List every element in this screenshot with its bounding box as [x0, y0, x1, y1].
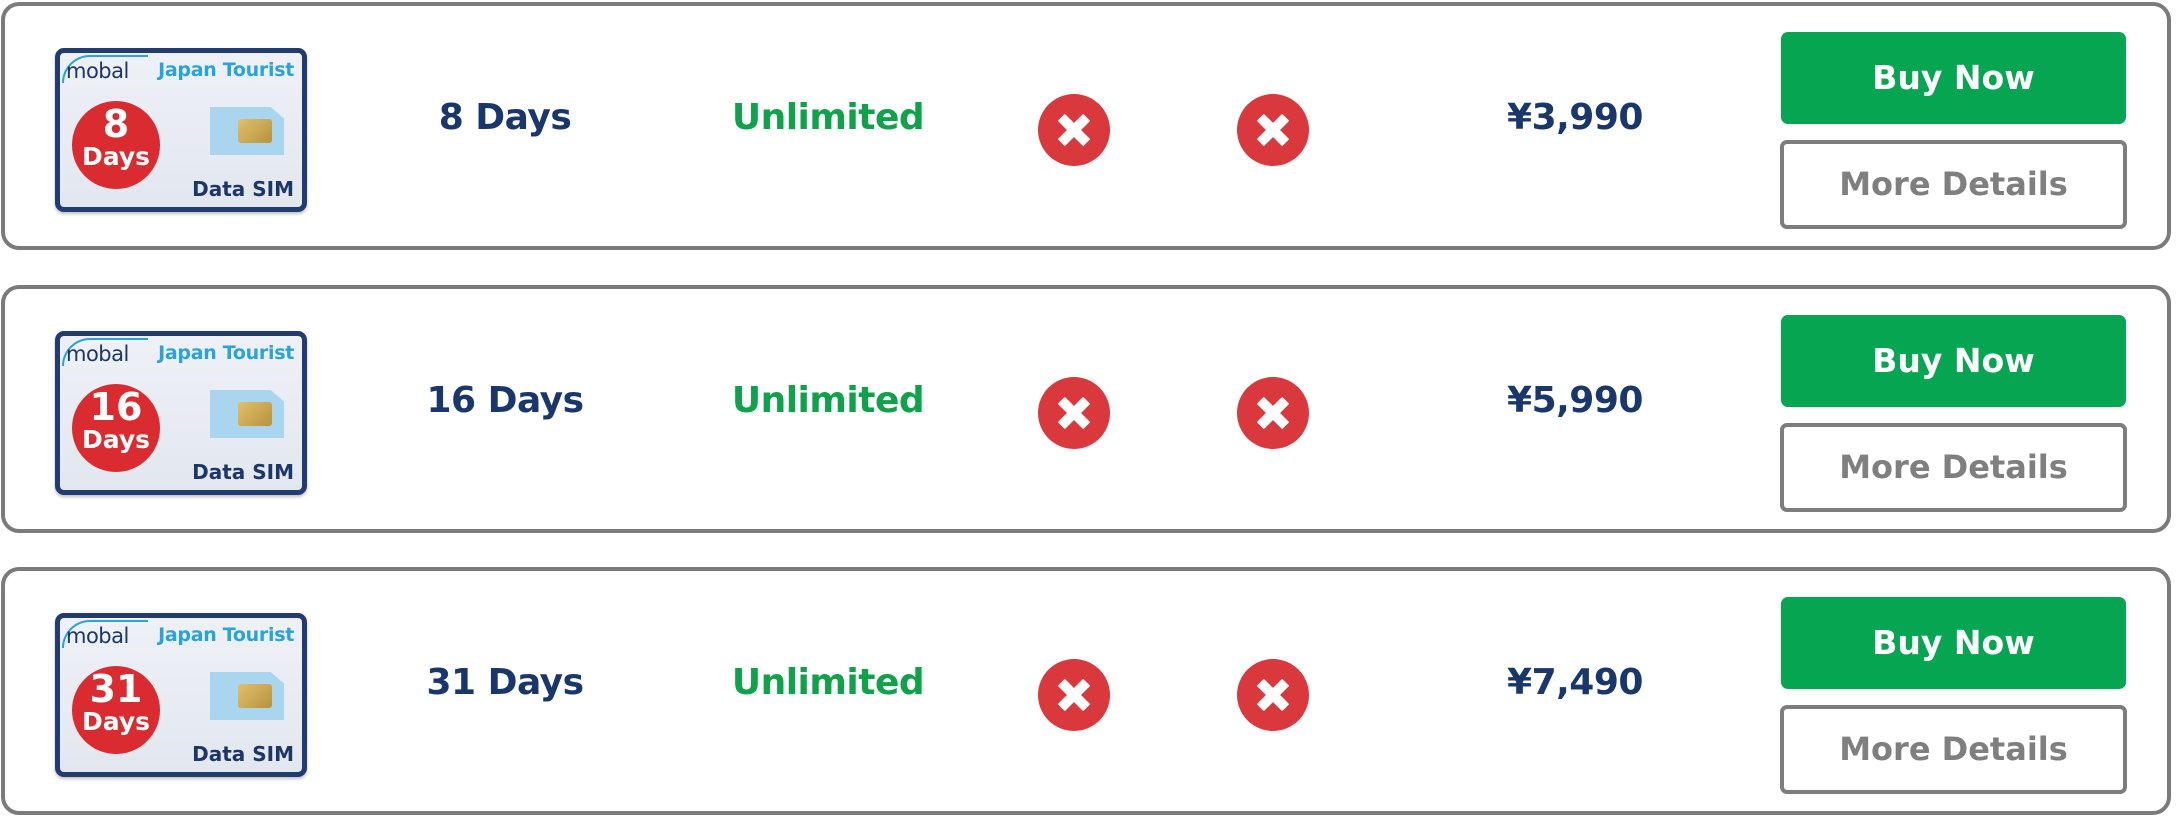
sim-card-image: mobal Japan Tourist 31 Days Data SIM	[55, 613, 307, 777]
x-circle-icon	[1038, 377, 1110, 449]
days-badge-label: Days	[81, 707, 151, 736]
days-badge: 8 Days	[72, 101, 160, 189]
plan-row-8-days: mobal Japan Tourist 8 Days Data SIM 8 Da…	[1, 2, 2171, 250]
days-badge-number: 31	[89, 667, 143, 711]
sim-chip-icon	[210, 672, 284, 720]
days-badge-label: Days	[81, 142, 151, 171]
plan-row-31-days: mobal Japan Tourist 31 Days Data SIM 31 …	[1, 567, 2171, 815]
more-details-button[interactable]: More Details	[1780, 705, 2127, 794]
sim-card-image: mobal Japan Tourist 16 Days Data SIM	[55, 331, 307, 495]
plan-price: ¥7,490	[1507, 662, 1643, 703]
plan-data-allowance: Unlimited	[731, 662, 925, 703]
plan-duration: 8 Days	[438, 97, 572, 138]
plan-price: ¥3,990	[1507, 97, 1643, 138]
plan-price: ¥5,990	[1507, 380, 1643, 421]
sim-card-image: mobal Japan Tourist 8 Days Data SIM	[55, 48, 307, 212]
sim-product-name: Japan Tourist	[158, 342, 294, 364]
days-badge-label: Days	[81, 425, 151, 454]
x-circle-icon	[1038, 94, 1110, 166]
plan-data-allowance: Unlimited	[731, 380, 925, 421]
plan-duration: 16 Days	[426, 380, 584, 421]
plan-duration: 31 Days	[426, 662, 584, 703]
buy-now-button[interactable]: Buy Now	[1781, 315, 2126, 407]
sim-chip-icon	[210, 390, 284, 438]
plan-data-allowance: Unlimited	[731, 97, 925, 138]
sim-brand-logo: mobal	[66, 59, 129, 83]
sim-brand-logo: mobal	[66, 342, 129, 366]
chip-icon	[238, 684, 272, 708]
sim-type-label: Data SIM	[192, 742, 294, 766]
buy-now-button[interactable]: Buy Now	[1781, 597, 2126, 689]
x-circle-icon	[1237, 659, 1309, 731]
plans-page: { "plans": [ { "card": { "brand": "mobal…	[0, 0, 2181, 821]
more-details-button[interactable]: More Details	[1780, 140, 2127, 229]
sim-type-label: Data SIM	[192, 177, 294, 201]
x-circle-icon	[1237, 377, 1309, 449]
x-circle-icon	[1038, 659, 1110, 731]
plan-row-16-days: mobal Japan Tourist 16 Days Data SIM 16 …	[1, 285, 2171, 533]
sim-brand-logo: mobal	[66, 624, 129, 648]
sim-chip-icon	[210, 107, 284, 155]
sim-type-label: Data SIM	[192, 460, 294, 484]
days-badge: 16 Days	[72, 384, 160, 472]
days-badge-number: 16	[89, 385, 143, 429]
days-badge-number: 8	[102, 102, 130, 146]
buy-now-button[interactable]: Buy Now	[1781, 32, 2126, 124]
more-details-button[interactable]: More Details	[1780, 423, 2127, 512]
sim-product-name: Japan Tourist	[158, 59, 294, 81]
chip-icon	[238, 402, 272, 426]
x-circle-icon	[1237, 94, 1309, 166]
chip-icon	[238, 119, 272, 143]
days-badge: 31 Days	[72, 666, 160, 754]
sim-product-name: Japan Tourist	[158, 624, 294, 646]
